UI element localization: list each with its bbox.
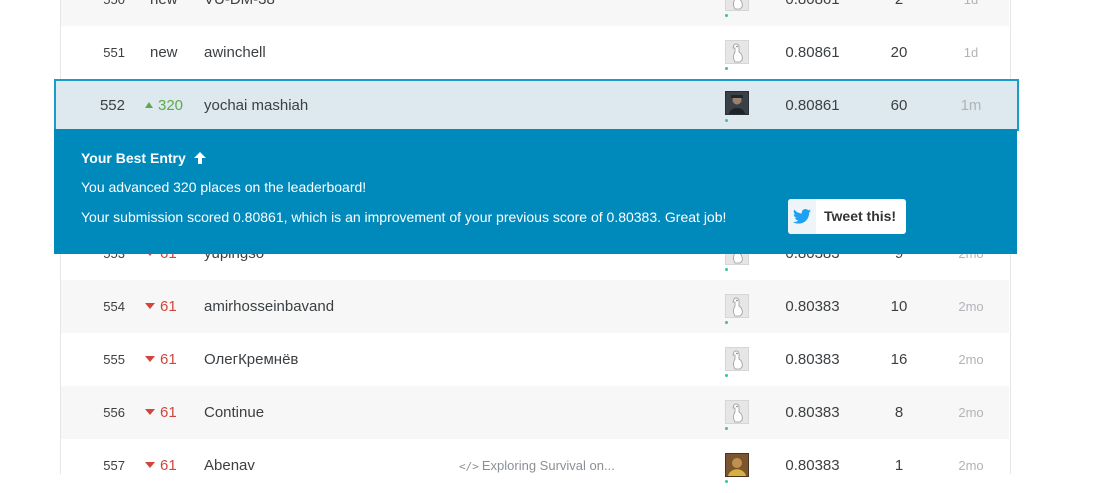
row-rank: 550 (61, 0, 125, 26)
row-score: 0.80383 (785, 404, 840, 421)
row-score: 0.80861 (785, 97, 840, 114)
row-entries: 1 (894, 457, 904, 474)
my-entry-row-content: 552 320 yochai mashiah 0.80861 60 1m (61, 81, 1009, 131)
row-score: 0.80383 (785, 457, 840, 474)
triangle-down-icon (145, 462, 155, 469)
rank-change-value: 61 (160, 404, 177, 421)
row-rank: 555 (103, 352, 125, 367)
row-last-submission: 1m (960, 97, 982, 114)
table-row[interactable]: 551 new awinchell 0.80861 20 1d (61, 26, 1009, 79)
row-last-submission: 1d (946, 0, 996, 26)
table-row[interactable]: 550 new VU-DM-38 0.80861 2 1d (61, 0, 1009, 26)
row-last-submission: 1d (963, 45, 979, 60)
team-name-link[interactable]: ОлегКремнёв (204, 333, 298, 386)
row-entries: 8 (894, 404, 904, 421)
triangle-down-icon (145, 409, 155, 416)
row-rank: 554 (103, 299, 125, 314)
tier-indicator (725, 14, 728, 17)
row-last-submission: 2mo (958, 405, 984, 420)
code-icon: </> (459, 460, 479, 473)
rank-change: 61 (145, 439, 177, 492)
row-rank: 551 (103, 45, 125, 60)
team-name-link[interactable]: yochai mashiah (204, 81, 308, 131)
avatar[interactable] (725, 40, 749, 64)
row-score: 0.80383 (785, 298, 840, 315)
kernel-title: Exploring Survival on... (481, 458, 615, 473)
tier-indicator (725, 427, 728, 430)
team-name-link[interactable]: Abenav (204, 439, 255, 492)
rank-change-value: 320 (158, 97, 184, 114)
rank-change: new (150, 0, 178, 26)
tier-indicator (725, 119, 728, 122)
row-last-submission: 2mo (958, 299, 984, 314)
triangle-down-icon (145, 303, 155, 310)
avatar[interactable] (725, 0, 749, 11)
rank-change-value: 61 (160, 457, 177, 474)
table-row[interactable]: 557 61 Abenav </> Exploring Survival on... 0.… (61, 439, 1009, 492)
table-row[interactable]: 554 61 amirhosseinbavand 0.80383 10 2mo (61, 280, 1009, 333)
row-rank: 552 (99, 97, 125, 114)
tweet-button-label: Tweet this! (824, 208, 897, 224)
row-entries: 16 (890, 351, 908, 368)
tier-indicator (725, 480, 728, 483)
banner-score-text: Your submission scored 0.80861, which is… (81, 209, 727, 225)
row-rank: 556 (103, 405, 125, 420)
row-score: 0.80383 (785, 351, 840, 368)
tweet-button[interactable]: Tweet this! (788, 199, 906, 234)
triangle-down-icon (145, 356, 155, 363)
row-score: 0.80861 (785, 0, 840, 26)
tier-indicator (725, 268, 728, 271)
tier-indicator (725, 67, 728, 70)
avatar[interactable] (725, 400, 749, 424)
kernel-link[interactable]: </> Exploring Survival on... (459, 439, 615, 493)
table-row[interactable]: 556 61 Continue 0.80383 8 2mo (61, 386, 1009, 439)
team-name-link[interactable]: amirhosseinbavand (204, 280, 334, 333)
avatar[interactable] (725, 294, 749, 318)
best-entry-banner: Your Best Entry You advanced 320 places … (54, 129, 1017, 254)
avatar[interactable] (725, 347, 749, 371)
table-row[interactable]: 555 61 ОлегКремнёв 0.80383 16 2mo (61, 333, 1009, 386)
row-score: 0.80861 (785, 44, 840, 61)
rank-change: new (150, 26, 178, 79)
row-entries: 10 (890, 298, 908, 315)
triangle-up-icon (145, 102, 153, 109)
banner-title: Your Best Entry (81, 150, 206, 166)
twitter-bird-icon (788, 199, 816, 234)
my-entry-row[interactable]: 552 320 yochai mashiah 0.80861 60 1m (54, 79, 1019, 131)
banner-advance-text: You advanced 320 places on the leaderboa… (81, 179, 367, 195)
row-entries: 60 (890, 97, 908, 114)
rank-change-value: 61 (160, 298, 177, 315)
rank-change-value: 61 (160, 351, 177, 368)
rank-change: 61 (145, 333, 177, 386)
row-rank: 557 (103, 458, 125, 473)
rank-change-value: new (150, 44, 178, 61)
rank-change: 320 (145, 81, 183, 131)
team-name-link[interactable]: awinchell (204, 26, 266, 79)
tier-indicator (725, 374, 728, 377)
row-last-submission: 2mo (958, 352, 984, 367)
row-last-submission: 2mo (958, 458, 984, 473)
rank-change: 61 (145, 386, 177, 439)
arrow-up-icon (193, 151, 206, 164)
avatar[interactable] (725, 453, 749, 477)
row-entries: 2 (879, 0, 919, 26)
avatar[interactable] (725, 91, 749, 115)
rank-change-value: new (150, 0, 178, 8)
rank-change: 61 (145, 280, 177, 333)
tier-indicator (725, 321, 728, 324)
team-name-link[interactable]: Continue (204, 386, 264, 439)
banner-title-text: Your Best Entry (81, 150, 186, 166)
team-name-link[interactable]: VU-DM-38 (204, 0, 275, 26)
row-entries: 20 (890, 44, 908, 61)
